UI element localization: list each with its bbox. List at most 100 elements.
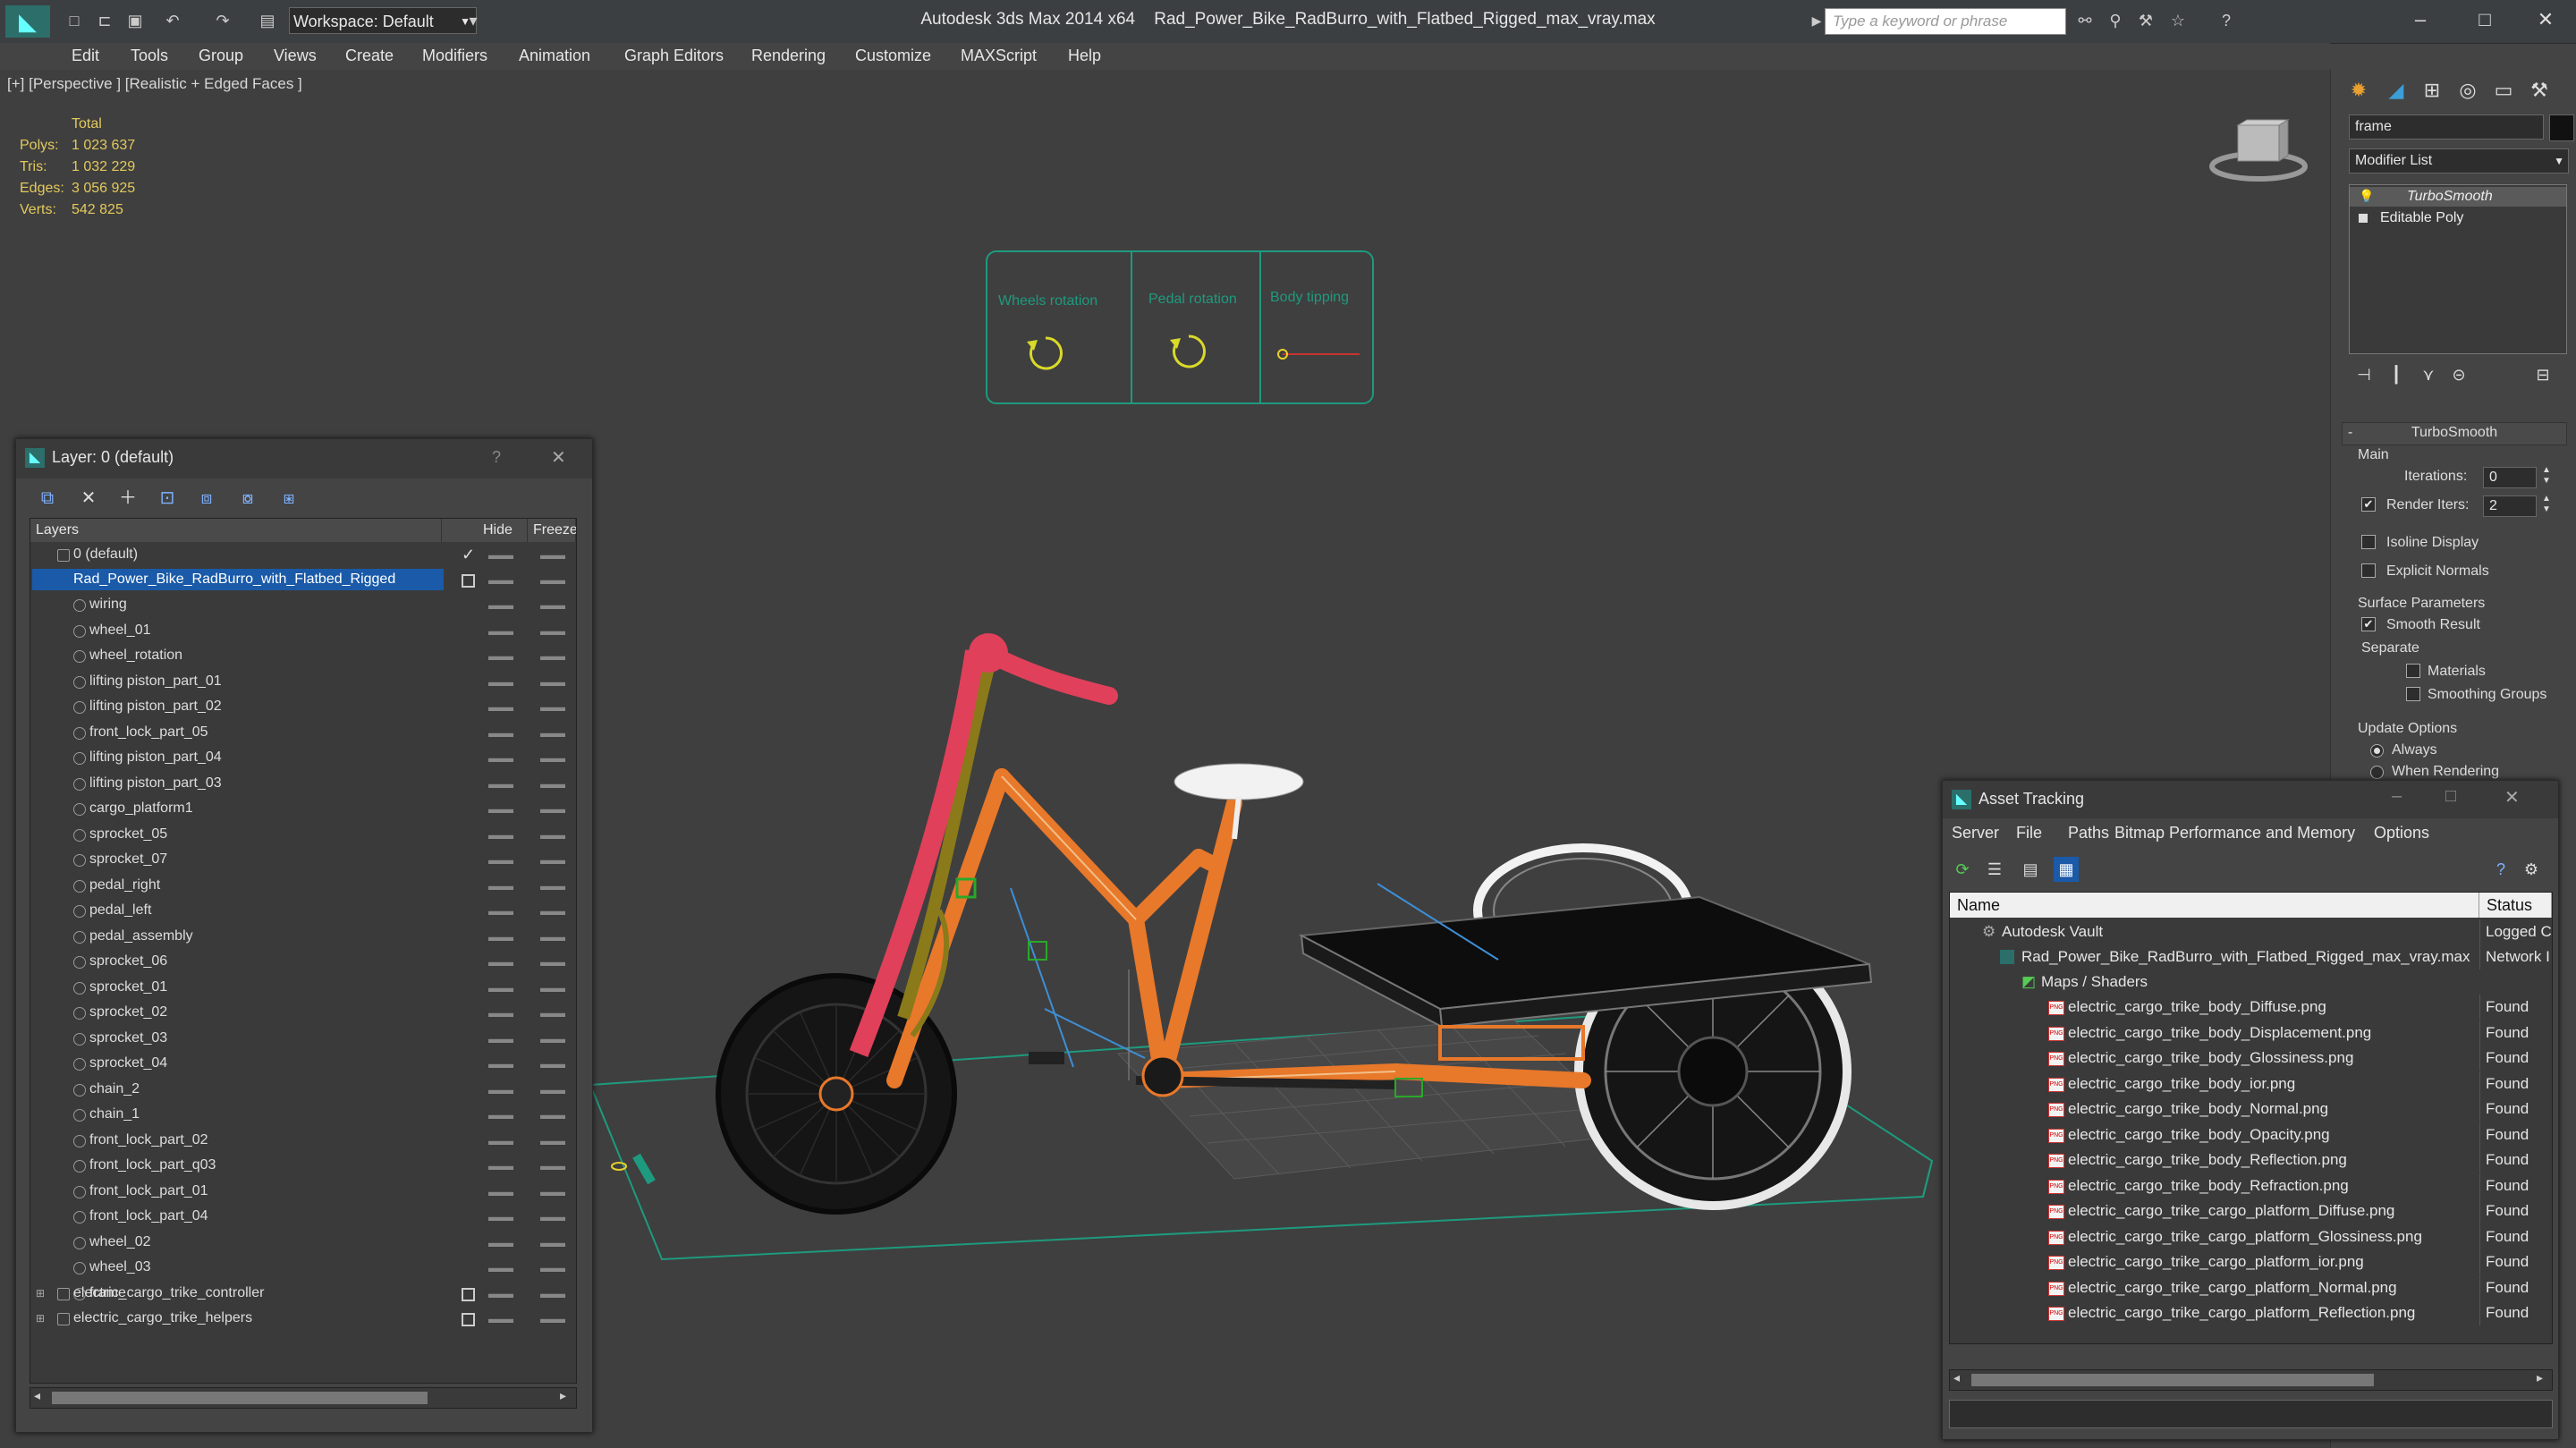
hide-toggle[interactable]: ▬▬ (488, 847, 513, 872)
scroll-left-icon[interactable]: ◂ (34, 1388, 40, 1403)
freeze-toggle[interactable]: ▬▬ (540, 1306, 565, 1331)
stack-item-turbosmooth[interactable]: 💡 TurboSmooth (2350, 187, 2566, 207)
scroll-thumb[interactable] (52, 1392, 428, 1404)
freeze-toggle[interactable]: ▬▬ (540, 1230, 565, 1255)
layer-row[interactable]: ⊞ electric_cargo_trike_helpers ▬▬ ▬▬ (30, 1306, 576, 1331)
close-icon[interactable]: ✕ (551, 446, 566, 469)
freeze-toggle[interactable]: ▬▬ (540, 1179, 565, 1204)
asset-map-row[interactable]: PNG electric_cargo_trike_cargo_platform_G… (1950, 1224, 2552, 1249)
hierarchy-tab-icon[interactable]: ⊞ (2417, 75, 2447, 106)
menu-views[interactable]: Views (274, 43, 317, 70)
column-header-freeze[interactable]: Freeze (528, 519, 576, 542)
expand-icon[interactable]: ⊞ (36, 1306, 45, 1331)
utilities-tab-icon[interactable]: ⚒ (2524, 75, 2555, 106)
column-header-status[interactable]: Status (2479, 893, 2552, 918)
hide-toggle[interactable]: ▬▬ (488, 643, 513, 668)
freeze-toggle[interactable]: ▬▬ (540, 567, 565, 592)
scroll-thumb[interactable] (1971, 1374, 2374, 1386)
layer-object-row[interactable]: sprocket_07 ▬▬ ▬▬ (30, 847, 576, 872)
asset-row[interactable]: ◩ Maps / Shaders (1950, 970, 2552, 995)
freeze-toggle[interactable]: ▬▬ (540, 694, 565, 719)
layer-object-row[interactable]: lifting piston_part_01 ▬▬ ▬▬ (30, 669, 576, 694)
layer-object-row[interactable]: pedal_assembly ▬▬ ▬▬ (30, 924, 576, 949)
hide-toggle[interactable]: ▬▬ (488, 694, 513, 719)
hide-toggle[interactable]: ▬▬ (488, 1077, 513, 1102)
help-icon[interactable]: ? (2215, 9, 2238, 32)
add-to-layer-icon[interactable]: ＋ (114, 485, 141, 512)
asset-row[interactable]: ⚙ Autodesk Vault Logged C (1950, 919, 2552, 944)
open-file-icon[interactable]: ⊏ (93, 9, 116, 32)
menu-maxscript[interactable]: MAXScript (961, 43, 1037, 70)
hide-toggle[interactable]: ▬▬ (488, 873, 513, 898)
layer-object-row[interactable]: sprocket_06 ▬▬ ▬▬ (30, 949, 576, 974)
menu-animation[interactable]: Animation (519, 43, 590, 70)
menu-graph-editors[interactable]: Graph Editors (624, 43, 724, 70)
create-tab-icon[interactable]: ✹ (2343, 75, 2374, 106)
layer-object-row[interactable]: wheel_03 ▬▬ ▬▬ (30, 1255, 576, 1280)
save-file-icon[interactable]: ▣ (123, 9, 147, 32)
search-input[interactable]: Type a keyword or phrase (1825, 8, 2066, 35)
freeze-toggle[interactable]: ▬▬ (540, 1128, 565, 1153)
hide-toggle[interactable]: ▬▬ (488, 745, 513, 770)
freeze-toggle[interactable]: ▬▬ (540, 618, 565, 643)
layer-row[interactable]: ⊟ Rad_Power_Bike_RadBurro_with_Flatbed_R… (30, 567, 576, 592)
freeze-toggle[interactable]: ▬▬ (540, 949, 565, 974)
display-tab-icon[interactable]: ▭ (2488, 75, 2519, 106)
highlight-layer-icon[interactable]: ⧈ (193, 485, 220, 512)
freeze-toggle[interactable]: ▬▬ (540, 1026, 565, 1051)
close-icon[interactable]: ✕ (2504, 786, 2520, 809)
column-header-name[interactable]: Name (1950, 893, 2479, 918)
render-iters-checkbox[interactable]: ✔ (2361, 497, 2376, 512)
smooth-result-checkbox[interactable]: ✔ (2361, 617, 2376, 631)
menu-tools[interactable]: Tools (131, 43, 168, 70)
layer-object-row[interactable]: lifting piston_part_03 ▬▬ ▬▬ (30, 771, 576, 796)
freeze-toggle[interactable]: ▬▬ (540, 771, 565, 796)
hide-toggle[interactable]: ▬▬ (488, 1306, 513, 1331)
help-icon[interactable]: ? (2488, 857, 2513, 882)
freeze-toggle[interactable]: ▬▬ (540, 822, 565, 847)
horizontal-scrollbar[interactable]: ◂ ▸ (30, 1387, 577, 1409)
layer-object-row[interactable]: front_lock_part_q03 ▬▬ ▬▬ (30, 1153, 576, 1178)
select-objects-icon[interactable]: ⊡ (154, 485, 181, 512)
modifier-list-dropdown[interactable]: Modifier List ▼ (2349, 148, 2569, 174)
always-radio[interactable] (2370, 744, 2384, 758)
list-view-icon[interactable]: ☰ (1982, 857, 2007, 882)
layer-object-row[interactable]: wheel_01 ▬▬ ▬▬ (30, 618, 576, 643)
layer-object-row[interactable]: chain_1 ▬▬ ▬▬ (30, 1102, 576, 1127)
freeze-toggle[interactable]: ▬▬ (540, 592, 565, 617)
spinner-arrows-icon[interactable]: ▲ ▼ (2542, 465, 2551, 487)
minimize-button[interactable]: – (2394, 0, 2447, 39)
hide-toggle[interactable]: ▬▬ (488, 567, 513, 592)
hold-icon[interactable]: ▤ (256, 9, 279, 32)
asset-row[interactable]: Rad_Power_Bike_RadBurro_with_Flatbed_Rig… (1950, 944, 2552, 970)
freeze-toggle[interactable]: ▬▬ (540, 1000, 565, 1025)
remove-modifier-icon[interactable]: ⊝ (2444, 360, 2474, 390)
app-logo-button[interactable]: ◣ (5, 5, 50, 38)
layer-object-row[interactable]: cargo_platform1 ▬▬ ▬▬ (30, 796, 576, 821)
asset-map-row[interactable]: PNG electric_cargo_trike_cargo_platform_N… (1950, 1274, 2552, 1300)
help-context-icon[interactable]: ⚙ (2519, 857, 2544, 882)
layer-visibility-box[interactable] (462, 574, 475, 588)
smoothing-groups-checkbox[interactable] (2406, 687, 2420, 701)
detail-view-icon[interactable]: ▤ (2018, 857, 2043, 882)
freeze-all-icon[interactable]: ⧆ (275, 485, 302, 512)
hide-toggle[interactable]: ▬▬ (488, 1102, 513, 1127)
asset-map-row[interactable]: PNG electric_cargo_trike_cargo_platform_i… (1950, 1249, 2552, 1274)
hide-toggle[interactable]: ▬▬ (488, 618, 513, 643)
configure-sets-icon[interactable]: ⊟ (2528, 360, 2558, 390)
asset-map-row[interactable]: PNG electric_cargo_trike_body_ior.png Foun… (1950, 1071, 2552, 1097)
menu-edit[interactable]: Edit (72, 43, 99, 70)
materials-checkbox[interactable] (2406, 664, 2420, 678)
object-color-swatch[interactable] (2549, 114, 2574, 141)
freeze-toggle[interactable]: ▬▬ (540, 1077, 565, 1102)
asset-panel-titlebar[interactable]: ◣ Asset Tracking – □ ✕ (1943, 781, 2558, 818)
layer-object-row[interactable]: front_lock_part_05 ▬▬ ▬▬ (30, 720, 576, 745)
layer-object-row[interactable]: wiring ▬▬ ▬▬ (30, 592, 576, 617)
asset-map-row[interactable]: PNG electric_cargo_trike_body_Normal.png F… (1950, 1097, 2552, 1122)
freeze-toggle[interactable]: ▬▬ (540, 796, 565, 821)
freeze-toggle[interactable]: ▬▬ (540, 847, 565, 872)
show-end-result-icon[interactable]: ┃ (2381, 360, 2411, 390)
freeze-toggle[interactable]: ▬▬ (540, 745, 565, 770)
layer-object-row[interactable]: front_lock_part_04 ▬▬ ▬▬ (30, 1204, 576, 1229)
maximize-icon[interactable]: □ (2445, 786, 2456, 807)
